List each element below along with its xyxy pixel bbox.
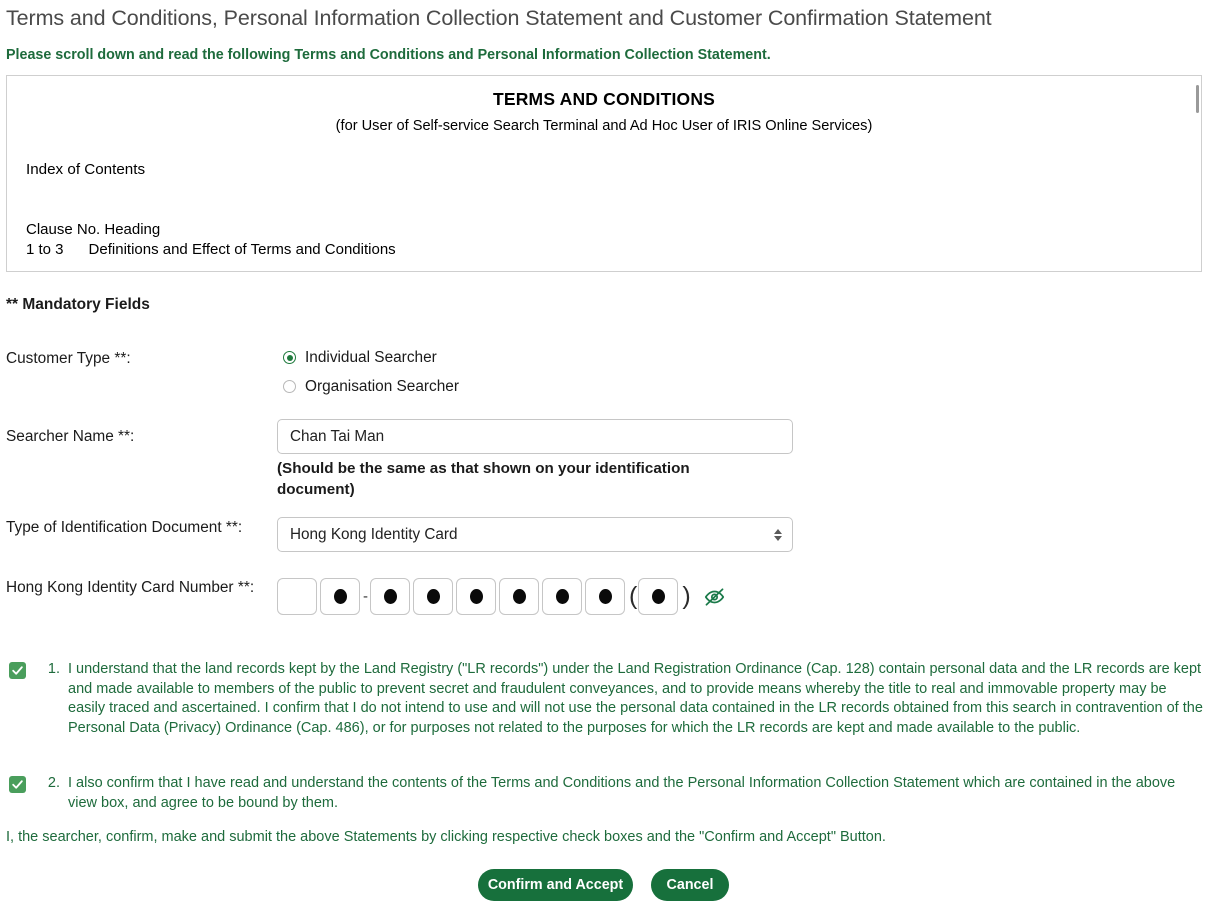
id-type-select-value: Hong Kong Identity Card: [277, 517, 793, 552]
id-type-select[interactable]: Hong Kong Identity Card: [277, 517, 793, 552]
terms-table-row: 1 to 3 Definitions and Effect of Terms a…: [26, 241, 1201, 258]
confirmation-checkbox-1[interactable]: [9, 662, 26, 679]
terms-scrollbar-thumb[interactable]: [1196, 85, 1199, 113]
confirmation-number-2: 2.: [47, 775, 60, 791]
hkid-separator: -: [363, 588, 368, 605]
terms-title: TERMS AND CONDITIONS: [492, 89, 716, 109]
radio-individual-searcher-label: Individual Searcher: [305, 348, 437, 366]
radio-selected-icon: [283, 351, 296, 364]
terms-and-conditions-page: Terms and Conditions, Personal Informati…: [0, 0, 1207, 907]
page-title: Terms and Conditions, Personal Informati…: [6, 6, 992, 30]
cancel-button[interactable]: Cancel: [651, 869, 729, 901]
confirmation-text-1: I understand that the land records kept …: [68, 661, 1203, 736]
hkid-cell-1[interactable]: [277, 578, 317, 615]
searcher-name-label: Searcher Name **:: [6, 428, 135, 445]
scroll-instruction: Please scroll down and read the followin…: [6, 47, 771, 63]
eye-off-icon[interactable]: [702, 586, 727, 608]
radio-unselected-icon: [283, 380, 296, 393]
hkid-cell-8[interactable]: [585, 578, 625, 615]
closing-note: I, the searcher, confirm, make and submi…: [6, 829, 886, 845]
terms-scrollbar[interactable]: [1193, 77, 1199, 271]
confirmation-number-1: 1.: [47, 661, 60, 677]
terms-clause-no: 1 to 3: [26, 241, 64, 258]
confirmation-text-2: I also confirm that I have read and unde…: [68, 775, 1176, 811]
customer-type-label: Customer Type **:: [6, 350, 131, 367]
id-type-label: Type of Identification Document **:: [6, 519, 243, 536]
mandatory-fields-note: ** Mandatory Fields: [6, 296, 150, 313]
terms-index-heading: Index of Contents: [26, 161, 146, 178]
hkid-cell-6[interactable]: [499, 578, 539, 615]
hkid-input-group: - ( ): [277, 578, 727, 615]
select-updown-arrows-icon: [774, 528, 782, 541]
hkid-paren-close: ): [682, 582, 691, 610]
terms-table-header: Clause No. Heading: [26, 221, 161, 238]
confirm-and-accept-button[interactable]: Confirm and Accept: [478, 869, 633, 901]
confirmation-checkbox-2[interactable]: [9, 776, 26, 793]
hkid-cell-5[interactable]: [456, 578, 496, 615]
terms-content: TERMS AND CONDITIONS (for User of Self-s…: [7, 89, 1201, 271]
terms-subtitle: (for User of Self-service Search Termina…: [335, 118, 873, 134]
searcher-name-hint: (Should be the same as that shown on you…: [277, 460, 690, 498]
hkid-cell-4[interactable]: [413, 578, 453, 615]
radio-individual-searcher[interactable]: Individual Searcher: [283, 343, 459, 372]
hkid-label: Hong Kong Identity Card Number **:: [6, 579, 255, 596]
confirmation-item-2: 2. I also confirm that I have read and u…: [9, 774, 1204, 813]
hkid-cell-3[interactable]: [370, 578, 410, 615]
terms-clause-heading: Definitions and Effect of Terms and Cond…: [88, 241, 396, 258]
customer-type-radio-group: Individual Searcher Organisation Searche…: [283, 343, 459, 401]
confirmation-item-1: 1. I understand that the land records ke…: [9, 660, 1204, 738]
action-button-row: Confirm and Accept Cancel: [0, 869, 1207, 901]
radio-organisation-searcher[interactable]: Organisation Searcher: [283, 372, 459, 401]
hkid-checkdigit-cell[interactable]: [638, 578, 679, 615]
terms-viewer[interactable]: TERMS AND CONDITIONS (for User of Self-s…: [6, 75, 1202, 272]
radio-organisation-searcher-label: Organisation Searcher: [305, 377, 459, 395]
hkid-cell-7[interactable]: [542, 578, 582, 615]
searcher-name-input[interactable]: [277, 419, 793, 454]
hkid-paren-open: (: [629, 582, 638, 610]
hkid-cell-2[interactable]: [320, 578, 360, 615]
